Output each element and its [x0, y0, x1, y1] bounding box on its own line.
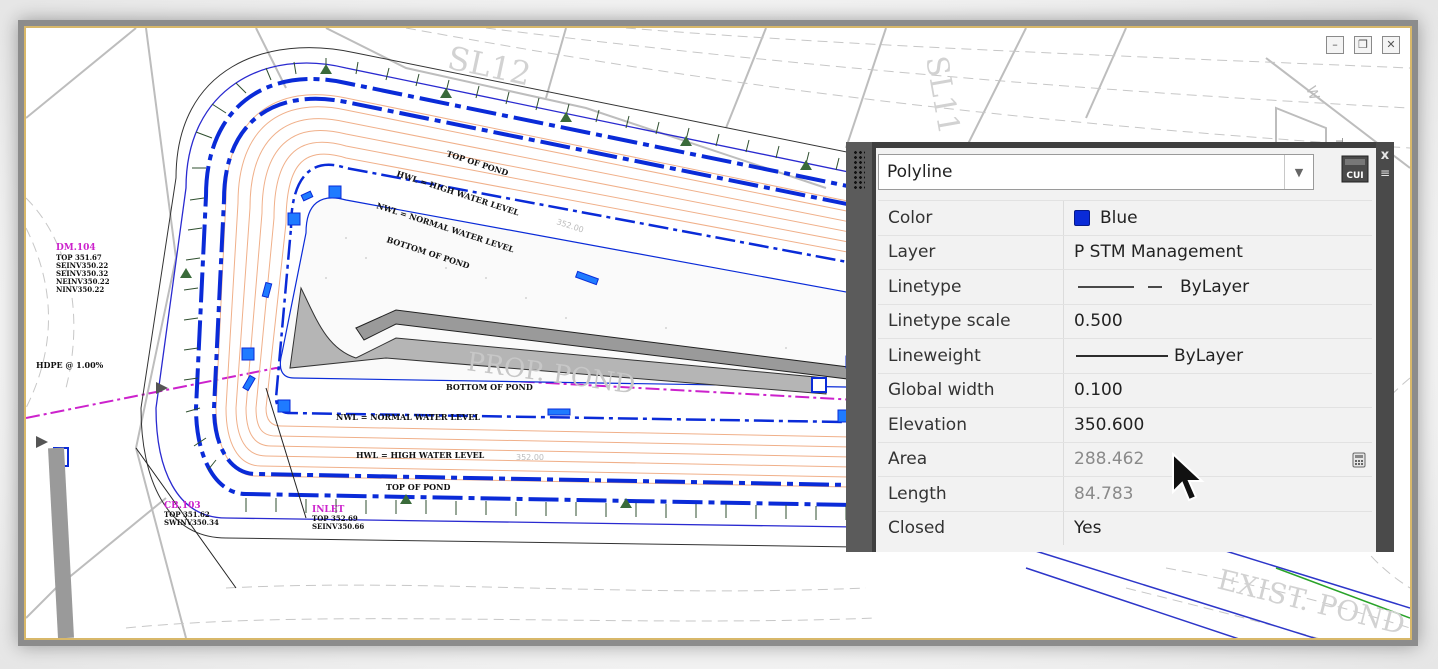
palette-body: Polyline ▼ CUI Color Blue Layer P STM Ma… [876, 148, 1376, 552]
property-name: Layer [878, 235, 1064, 269]
property-name: Linetype scale [878, 304, 1064, 338]
manhole-label: DM.104 TOP 351.67 SEINV350.22 SEINV350.3… [56, 243, 110, 294]
label-sheet-sl11: SL11 [918, 53, 966, 137]
property-row-global-width[interactable]: Global width 0.100 [878, 372, 1372, 408]
property-value[interactable]: P STM Management [1064, 236, 1372, 270]
chevron-down-icon[interactable]: ▼ [1284, 155, 1313, 189]
property-value: 288.462 [1064, 443, 1372, 477]
inlet-line: SEINV350.66 [312, 522, 364, 531]
property-name: Lineweight [878, 339, 1064, 373]
calculator-icon[interactable] [1352, 452, 1366, 468]
property-name: Linetype [878, 270, 1064, 304]
label-exist-pond: EXIST. POND [1214, 563, 1408, 638]
property-row-elevation[interactable]: Elevation 350.600 [878, 407, 1372, 442]
mouse-pointer-icon [1172, 452, 1205, 502]
linetype-sample-icon [1078, 286, 1162, 288]
property-value[interactable]: 0.500 [1064, 305, 1372, 339]
color-value: Blue [1100, 207, 1138, 228]
inlet-label: INLET TOP 352.69 SEINV350.66 [312, 505, 364, 531]
property-name: Length [878, 477, 1064, 511]
properties-palette: x ≡ Polyline ▼ CUI Color Blue Layer P ST… [846, 142, 1394, 552]
property-row-linetype-scale[interactable]: Linetype scale 0.500 [878, 303, 1372, 339]
label-pipe: HDPE @ 1.00% [36, 360, 104, 370]
property-row-lineweight[interactable]: Lineweight ByLayer [878, 338, 1372, 373]
sidewalk-strip [48, 447, 74, 638]
palette-grip-handle[interactable] [846, 142, 872, 552]
manhole-id: DM.104 [56, 243, 96, 253]
object-type-dropdown[interactable]: Polyline ▼ [878, 154, 1314, 190]
property-grid: Color Blue Layer P STM Management Linety… [878, 200, 1372, 545]
close-button[interactable]: ✕ [1382, 36, 1400, 54]
property-row-layer[interactable]: Layer P STM Management [878, 234, 1372, 270]
property-row-length[interactable]: Length 84.783 [878, 476, 1372, 511]
property-name: Closed [878, 511, 1064, 545]
flow-arrow-icon-2 [156, 382, 168, 394]
minimize-button[interactable]: – [1326, 36, 1344, 54]
cui-label: CUI [1346, 171, 1363, 181]
screenshot-stage: TOP OF POND HWL = HIGH WATER LEVEL NWL =… [0, 0, 1438, 669]
palette-menu-icon[interactable]: ≡ [1376, 166, 1394, 180]
lineweight-value: ByLayer [1174, 345, 1244, 366]
property-name: Global width [878, 373, 1064, 407]
property-value[interactable]: Yes [1064, 512, 1372, 546]
property-value: 84.783 [1074, 483, 1134, 504]
catch-basin-label: CB.103 TOP 351.62 SWINV350.34 [164, 501, 219, 527]
lineweight-sample-icon [1076, 354, 1168, 357]
palette-close-button[interactable]: x [1376, 148, 1394, 163]
outlet-structure-icon [811, 377, 827, 393]
property-value[interactable]: ByLayer [1064, 339, 1372, 373]
property-value[interactable]: 0.100 [1064, 374, 1372, 408]
property-row-linetype[interactable]: Linetype ByLayer [878, 269, 1372, 304]
property-value[interactable]: Blue [1064, 201, 1372, 235]
area-value: 288.462 [1074, 449, 1145, 470]
catch-basin-line: SWINV350.34 [164, 518, 219, 527]
label-sheet-sl12: SL12 [444, 39, 534, 94]
object-selector-row: Polyline ▼ [878, 152, 1342, 192]
label-contour-a: 352.00 [555, 217, 584, 234]
property-name: Elevation [878, 408, 1064, 442]
flow-arrow-icon [36, 436, 48, 448]
property-value[interactable]: 350.600 [1064, 408, 1372, 442]
property-row-closed[interactable]: Closed Yes [878, 510, 1372, 546]
manhole-line: NINV350.22 [56, 285, 104, 294]
palette-title-bar: x ≡ [1376, 142, 1394, 552]
object-type-value: Polyline [887, 162, 953, 182]
label-contour-b: 352.00 [516, 453, 544, 462]
label-hwl-lower: HWL = HIGH WATER LEVEL [356, 450, 485, 460]
property-row-color[interactable]: Color Blue [878, 200, 1372, 235]
restore-button[interactable]: ❐ [1354, 36, 1372, 54]
color-swatch-icon [1074, 209, 1090, 226]
property-name: Area [878, 442, 1064, 476]
property-name: Color [878, 201, 1064, 235]
label-nwl-lower: NWL = NORMAL WATER LEVEL [336, 412, 480, 422]
label-top-of-pond-lower: TOP OF POND [386, 482, 450, 492]
property-value[interactable]: ByLayer [1064, 270, 1372, 304]
property-row-area[interactable]: Area 288.462 [878, 441, 1372, 477]
linetype-value: ByLayer [1180, 276, 1250, 297]
grip-dots-icon [853, 150, 865, 190]
drawing-window-controls: – ❐ ✕ [1326, 36, 1400, 54]
cui-icon[interactable]: CUI [1340, 154, 1370, 184]
